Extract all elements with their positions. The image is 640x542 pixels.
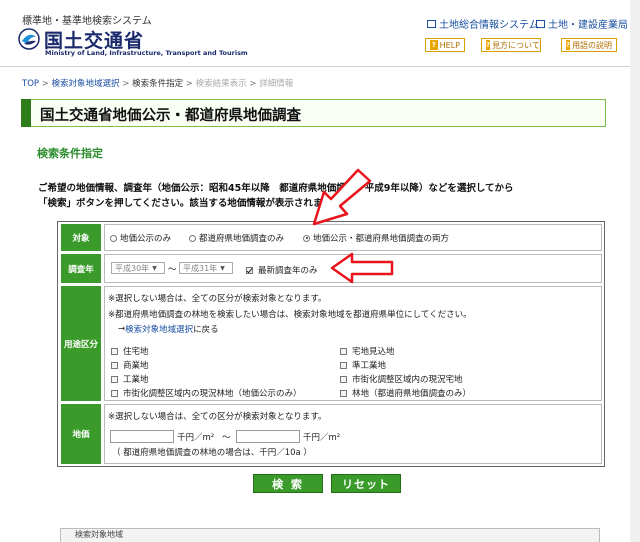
checkbox-checked-icon (246, 266, 253, 274)
radio-selected-icon (303, 234, 310, 242)
window-icon (536, 19, 545, 28)
link-land-bureau[interactable]: 土地・建設産業局 (536, 16, 628, 31)
region-tab: 検索対象地域 (60, 528, 600, 542)
checkbox-icon (340, 361, 347, 369)
usage-residential-adjust[interactable]: 市街化調整区域内の現況宅地 (340, 373, 463, 385)
price-min-unit: 千円／m² (177, 433, 215, 443)
breadcrumb-current: 検索条件指定 (132, 79, 184, 89)
target-label: 対象 (61, 224, 101, 251)
glossary-button[interactable]: ? 用語の説明 (561, 38, 617, 52)
usage-prospective[interactable]: 宅地見込地 (340, 345, 395, 357)
question-icon: ? (566, 40, 571, 50)
usage-semi-industrial[interactable]: 準工業地 (340, 359, 386, 371)
usage-forest[interactable]: 林地（都道府県地価調査のみ） (340, 387, 471, 399)
checkbox-icon (111, 361, 118, 369)
chevron-down-icon: ▼ (220, 264, 225, 272)
checkbox-icon (340, 347, 347, 355)
price-note-2: （ 都道府県地価調査の林地の場合は、千円／10a ） (112, 448, 312, 458)
search-button[interactable]: 検 索 (253, 474, 323, 493)
year-label: 調査年 (61, 254, 101, 283)
usage-commercial[interactable]: 商業地 (111, 359, 149, 371)
price-tilde: ～ (222, 433, 231, 443)
year-to-select[interactable]: 平成31年 ▼ (179, 262, 233, 274)
radio-icon (189, 234, 196, 242)
intro-text-1: ご希望の地価情報、調査年（地価公示：昭和45年以降 都道府県地価調査：平成9年以… (38, 183, 514, 194)
question-icon: ? (486, 40, 491, 50)
year-tilde: ～ (168, 265, 177, 275)
usage-residential[interactable]: 住宅地 (111, 345, 149, 357)
annotation-arrow-down-icon (312, 168, 372, 226)
checkbox-icon (340, 375, 347, 383)
checkbox-icon (340, 389, 347, 397)
link-land-info-system[interactable]: 土地総合情報システム (427, 16, 539, 31)
chevron-down-icon: ▼ (152, 264, 157, 272)
breadcrumb-detail: 詳細情報 (259, 79, 294, 89)
price-max-input[interactable] (236, 430, 300, 443)
usage-note-1: ※選択しない場合は、全ての区分が検索対象となります。 (108, 294, 327, 304)
help-button[interactable]: ? HELP (425, 38, 465, 52)
header-divider (0, 66, 640, 67)
price-label: 地価 (61, 404, 101, 464)
radio-chosa-only[interactable]: 都道府県地価調査のみ (189, 232, 284, 244)
radio-koji-only[interactable]: 地価公示のみ (110, 232, 171, 244)
how-to-view-button[interactable]: ? 見方について (481, 38, 541, 52)
radio-both[interactable]: 地価公示・都道府県地価調査の両方 (303, 232, 449, 244)
checkbox-icon (111, 389, 118, 397)
section-title: 検索条件指定 (37, 147, 103, 160)
year-from-select[interactable]: 平成30年 ▼ (111, 262, 165, 274)
system-name: 標準地・基準地検索システム (22, 16, 152, 27)
back-to-region-link[interactable]: 検索対象地域選択 (125, 323, 193, 335)
usage-forest-adjust[interactable]: 市街化調整区域内の現況林地（地価公示のみ） (111, 387, 302, 399)
mlit-logo-icon (18, 28, 40, 50)
title-accent-bar (21, 99, 31, 127)
scrollbar[interactable] (630, 0, 640, 542)
reset-button[interactable]: リセット (331, 474, 401, 493)
intro-text-2: 「検索」ボタンを押してください。該当する地価情報が表示されます。 (38, 198, 341, 209)
checkbox-icon (111, 375, 118, 383)
price-min-input[interactable] (110, 430, 174, 443)
org-name-en: Ministry of Land, Infrastructure, Transp… (45, 49, 248, 57)
usage-industrial[interactable]: 工業地 (111, 373, 149, 385)
latest-year-checkbox[interactable]: 最新調査年のみ (246, 264, 318, 276)
question-icon: ? (430, 40, 438, 50)
page-title: 国土交通省地価公示・都道府県地価調査 (40, 108, 301, 124)
checkbox-icon (111, 347, 118, 355)
annotation-arrow-left-icon (330, 252, 394, 284)
price-max-unit: 千円／m² (303, 433, 341, 443)
back-to-region-line: → 検索対象地域選択 に戻る (118, 323, 219, 335)
price-note: ※選択しない場合は、全ての区分が検索対象となります。 (108, 412, 327, 422)
breadcrumb-region-select[interactable]: 検索対象地域選択 (52, 79, 120, 89)
breadcrumb-top[interactable]: TOP (22, 79, 39, 89)
radio-icon (110, 234, 117, 242)
usage-label: 用途区分 (61, 286, 101, 401)
breadcrumb: TOP > 検索対象地域選択 > 検索条件指定 > 検索結果表示 > 詳細情報 (22, 79, 294, 89)
window-icon (427, 19, 436, 28)
breadcrumb-results: 検索結果表示 (195, 79, 247, 89)
usage-note-2: ※都道府県地価調査の林地を検索したい場合は、検索対象地域を都道府県単位にしてくだ… (108, 310, 472, 320)
